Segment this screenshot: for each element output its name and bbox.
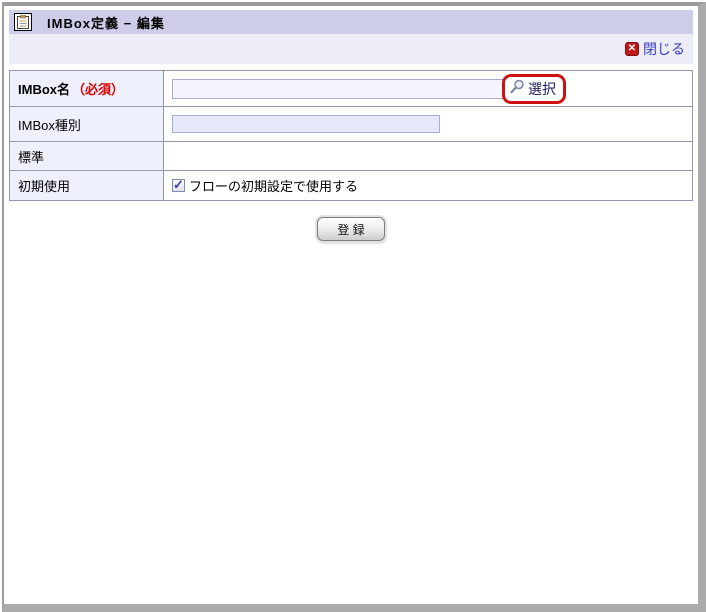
select-highlight-annotation: 選択 xyxy=(502,73,566,104)
window-frame: IMBox定義 − 編集 ✕ 閉じる IMBox名 （必須） 選択 IMBox種… xyxy=(2,2,706,612)
close-icon: ✕ xyxy=(625,42,639,56)
select-link[interactable]: 選択 xyxy=(528,79,556,99)
imbox-name-label: IMBox名 xyxy=(18,82,71,97)
close-link-label: 閉じる xyxy=(643,41,685,57)
imbox-name-value-cell: 選択 xyxy=(163,70,693,107)
imbox-type-label: IMBox種別 xyxy=(18,117,81,133)
imbox-type-input xyxy=(172,115,440,133)
close-link[interactable]: ✕ 閉じる xyxy=(625,39,685,59)
form-actions: 登 録 xyxy=(9,217,693,241)
imbox-type-label-cell: IMBox種別 xyxy=(9,106,164,142)
window-content: IMBox定義 − 編集 ✕ 閉じる IMBox名 （必須） 選択 IMBox種… xyxy=(4,6,698,245)
clipboard-icon xyxy=(14,13,32,31)
initial-use-label-cell: 初期使用 xyxy=(9,170,164,201)
table-row-initial-use: 初期使用 ✓ フローの初期設定で使用する xyxy=(9,170,693,201)
magnifier-icon xyxy=(509,79,525,98)
initial-use-checkbox[interactable]: ✓ xyxy=(172,177,185,192)
standard-label-cell: 標準 xyxy=(9,141,164,171)
close-bar: ✕ 閉じる xyxy=(9,34,693,64)
standard-label: 標準 xyxy=(18,149,45,165)
standard-value-cell xyxy=(163,141,693,171)
register-button[interactable]: 登 録 xyxy=(317,217,385,241)
imbox-name-label-cell: IMBox名 （必須） xyxy=(9,70,164,107)
initial-use-value-cell: ✓ フローの初期設定で使用する xyxy=(163,170,693,201)
page-title: IMBox定義 − 編集 xyxy=(47,15,165,31)
table-row-standard: 標準 xyxy=(9,141,693,171)
initial-use-label: 初期使用 xyxy=(18,179,71,194)
imbox-name-input[interactable] xyxy=(172,78,505,99)
checkmark-icon: ✓ xyxy=(173,177,184,192)
table-row-imbox-type: IMBox種別 xyxy=(9,106,693,142)
table-row-imbox-name: IMBox名 （必須） 選択 xyxy=(9,70,693,107)
imbox-type-value-cell xyxy=(163,106,693,142)
initial-use-checkbox-label: フローの初期設定で使用する xyxy=(189,179,359,194)
imbox-edit-form-table: IMBox名 （必須） 選択 IMBox種別 標準 初期使用 ✓ フローの初期設… xyxy=(9,70,693,201)
title-bar: IMBox定義 − 編集 xyxy=(9,10,693,34)
required-badge: （必須） xyxy=(72,82,125,97)
